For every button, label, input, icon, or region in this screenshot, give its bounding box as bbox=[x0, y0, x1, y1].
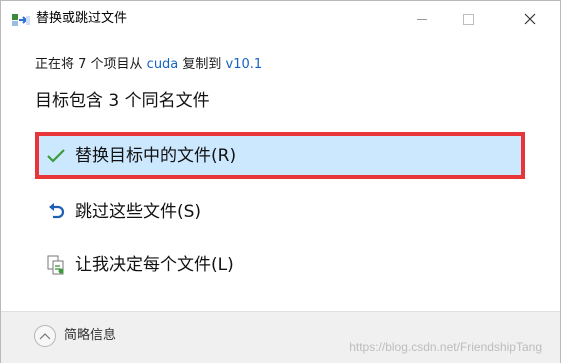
replace-files-option[interactable]: 替换目标中的文件(R) bbox=[35, 132, 525, 179]
copy-status: 正在将 7 个项目从 cuda 复制到 v10.1 bbox=[35, 56, 262, 74]
minimize-icon bbox=[417, 18, 427, 20]
dialog-window: 替换或跳过文件 正在将 7 个项目从 cuda 复制到 v10.1 目标包含 3… bbox=[0, 0, 561, 363]
destination-folder-link[interactable]: v10.1 bbox=[226, 57, 263, 72]
replace-files-label: 替换目标中的文件(R) bbox=[75, 145, 237, 166]
undo-arrow-icon bbox=[43, 200, 69, 224]
watermark: https://blog.csdn.net/FriendshipTang bbox=[349, 340, 542, 354]
minimize-button[interactable] bbox=[399, 1, 445, 37]
title-bar[interactable]: 替换或跳过文件 bbox=[1, 1, 560, 37]
checkmark-icon bbox=[43, 144, 69, 168]
compare-files-icon bbox=[43, 253, 69, 277]
collapse-details-button[interactable] bbox=[34, 325, 56, 347]
window-title: 替换或跳过文件 bbox=[36, 11, 128, 26]
copy-status-middle: 复制到 bbox=[178, 57, 226, 72]
close-button[interactable] bbox=[507, 1, 553, 37]
decide-each-file-label: 让我决定每个文件(L) bbox=[75, 255, 234, 275]
dialog-footer: 简略信息 https://blog.csdn.net/FriendshipTan… bbox=[1, 311, 560, 363]
skip-files-option[interactable]: 跳过这些文件(S) bbox=[39, 193, 519, 231]
copy-status-prefix: 正在将 7 个项目从 bbox=[35, 57, 147, 72]
fewer-details-label[interactable]: 简略信息 bbox=[64, 327, 116, 345]
maximize-button[interactable] bbox=[445, 1, 491, 37]
close-icon bbox=[524, 13, 536, 25]
conflict-heading: 目标包含 3 个同名文件 bbox=[35, 91, 210, 111]
skip-files-label: 跳过这些文件(S) bbox=[75, 202, 202, 222]
source-folder-link[interactable]: cuda bbox=[147, 57, 179, 72]
chevron-up-icon bbox=[39, 333, 51, 340]
copy-files-icon bbox=[12, 12, 30, 26]
maximize-icon bbox=[462, 13, 474, 25]
decide-each-file-option[interactable]: 让我决定每个文件(L) bbox=[39, 246, 519, 284]
